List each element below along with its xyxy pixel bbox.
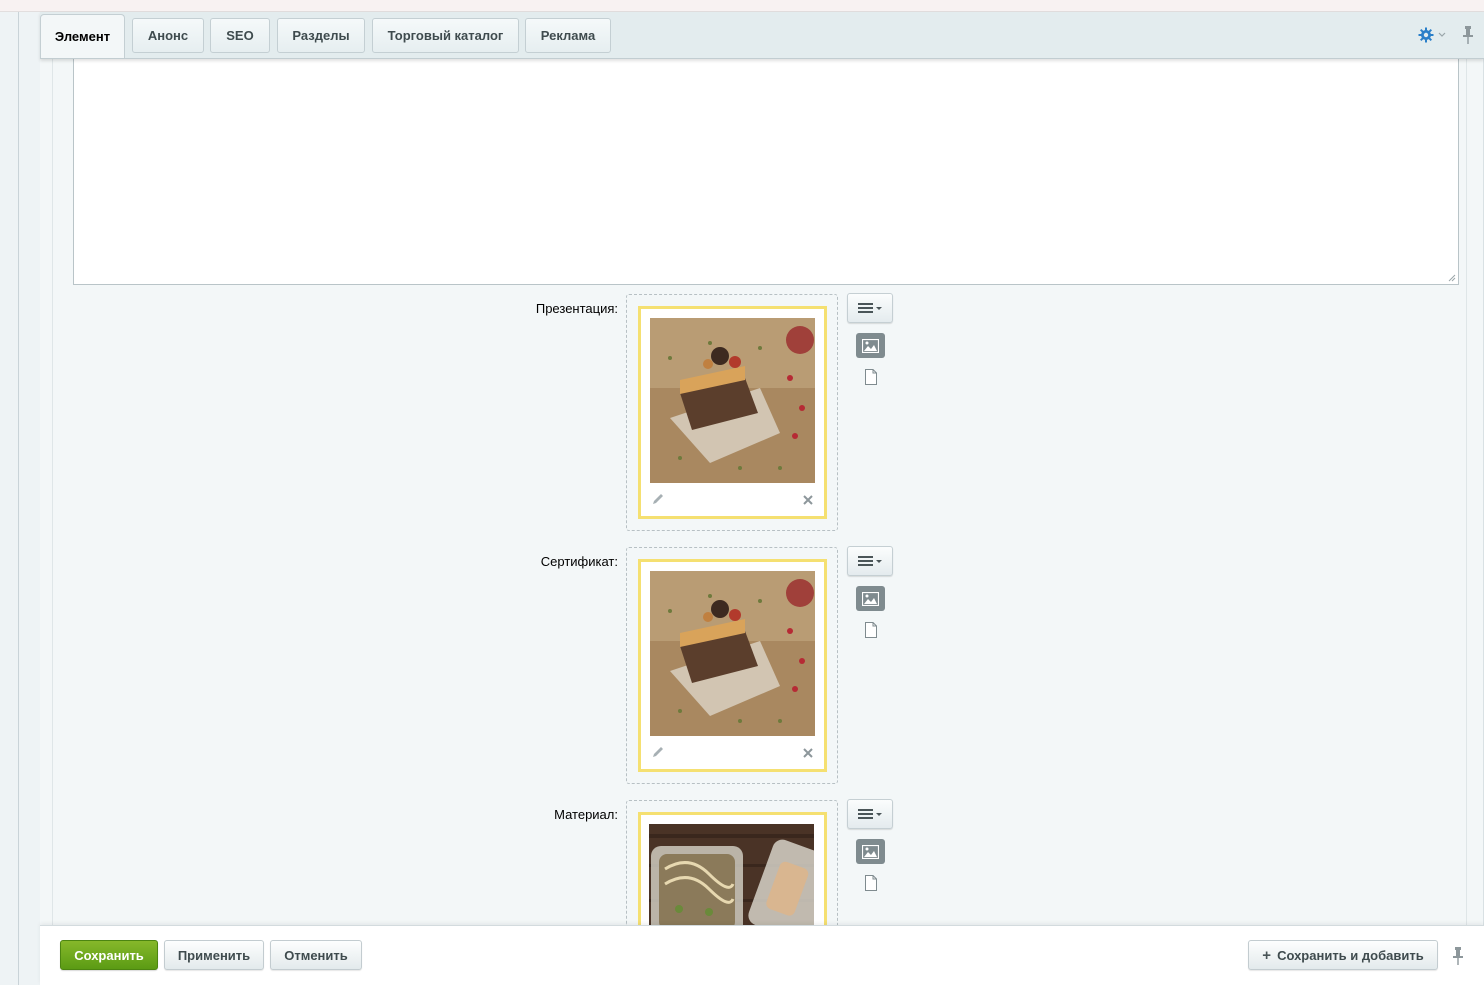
- image-upload-button[interactable]: [856, 839, 885, 864]
- tab-trade-catalog[interactable]: Торговый каталог: [372, 18, 519, 53]
- save-and-add-label: Сохранить и добавить: [1277, 947, 1424, 963]
- cake-slice-photo[interactable]: [650, 571, 815, 736]
- field-label-certificate: Сертификат:: [540, 554, 618, 569]
- document-icon[interactable]: [864, 622, 878, 638]
- document-icon[interactable]: [864, 875, 878, 891]
- pin-icon[interactable]: [1460, 24, 1476, 46]
- file-card: [638, 559, 827, 772]
- image-icon: [862, 591, 879, 606]
- file-dropzone-material[interactable]: [626, 800, 838, 926]
- pencil-icon[interactable]: [651, 492, 665, 506]
- file-menu-button[interactable]: [847, 293, 893, 323]
- menu-lines-icon: [858, 809, 882, 819]
- resize-grip-icon[interactable]: [1448, 274, 1456, 282]
- cake-slice-photo[interactable]: [650, 318, 815, 483]
- content-divider: [52, 59, 53, 925]
- file-card: [638, 306, 827, 519]
- top-strip: [0, 0, 1484, 12]
- close-icon[interactable]: [802, 747, 814, 759]
- content-divider: [1466, 59, 1467, 925]
- close-icon[interactable]: [802, 494, 814, 506]
- image-upload-button[interactable]: [856, 586, 885, 611]
- image-upload-button[interactable]: [856, 333, 885, 358]
- plus-icon: +: [1262, 946, 1272, 964]
- file-card: [638, 812, 827, 926]
- image-icon: [862, 338, 879, 353]
- menu-lines-icon: [858, 556, 882, 566]
- pencil-icon[interactable]: [651, 745, 665, 759]
- file-dropzone-presentation[interactable]: [626, 294, 838, 531]
- tab-sections[interactable]: Разделы: [277, 18, 365, 53]
- tab-advertising[interactable]: Реклама: [525, 18, 611, 53]
- field-label-presentation: Презентация:: [535, 301, 618, 316]
- tab-bar: Элемент Анонс SEO Разделы Торговый катал…: [40, 12, 1484, 59]
- save-button[interactable]: Сохранить: [60, 940, 158, 970]
- apply-button[interactable]: Применить: [164, 940, 264, 970]
- cancel-button[interactable]: Отменить: [270, 940, 362, 970]
- chevron-down-icon: [1438, 32, 1446, 37]
- settings-button[interactable]: [1418, 24, 1446, 46]
- left-rail: [0, 12, 40, 985]
- field-label-material: Материал:: [554, 807, 618, 822]
- pin-icon[interactable]: [1450, 946, 1466, 966]
- image-icon: [862, 844, 879, 859]
- tab-announce[interactable]: Анонс: [132, 18, 204, 53]
- file-menu-button[interactable]: [847, 799, 893, 829]
- tab-seo[interactable]: SEO: [210, 18, 270, 53]
- file-menu-button[interactable]: [847, 546, 893, 576]
- tab-element[interactable]: Элемент: [40, 14, 125, 58]
- file-dropzone-certificate[interactable]: [626, 547, 838, 784]
- gear-icon: [1418, 27, 1434, 43]
- rail-divider: [18, 12, 19, 985]
- save-and-add-button[interactable]: + Сохранить и добавить: [1248, 940, 1438, 970]
- food-containers-photo[interactable]: [649, 824, 814, 926]
- document-icon[interactable]: [864, 369, 878, 385]
- footer-bar: Сохранить Применить Отменить + Сохранить…: [40, 925, 1484, 985]
- detail-text-area[interactable]: [73, 58, 1459, 285]
- menu-lines-icon: [858, 303, 882, 313]
